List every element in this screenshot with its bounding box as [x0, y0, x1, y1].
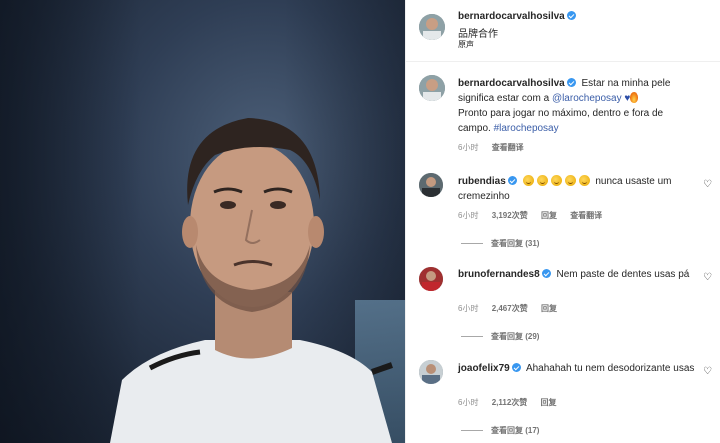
post-media[interactable]	[0, 0, 405, 443]
caption-meta: 6小时 查看翻译	[458, 142, 535, 153]
comment-body: Ahahahah tu nem desodorizante usas	[525, 363, 695, 374]
view-replies-button[interactable]: 查看回复 (17)	[461, 425, 539, 436]
comment-meta: 6小时 3,192次赞 回复 查看翻译	[458, 210, 613, 221]
verified-badge-icon	[507, 176, 517, 185]
comment-username-text[interactable]: rubendias	[458, 176, 506, 187]
hashtag-link[interactable]: #larocheposay	[494, 123, 559, 134]
caption-text: bernardocarvalhosilva Estar na minha pel…	[458, 76, 698, 136]
comment-text: rubendias nunca usaste um cremezinho	[458, 174, 698, 204]
emoji-icon	[578, 175, 590, 186]
caption-username[interactable]: bernardocarvalhosilva	[458, 78, 576, 89]
comment-username[interactable]: rubendias	[458, 176, 517, 187]
comments-panel: bernardocarvalhosilva 品牌合作 原声 bernardoca…	[405, 0, 720, 443]
emoji-icon	[522, 175, 534, 186]
heart-icon[interactable]: ♡	[703, 180, 713, 190]
person-illustration	[110, 118, 393, 443]
author-username[interactable]: bernardocarvalhosilva	[458, 11, 576, 22]
caption-line-2: Pronto para jogar no máximo, dentro e fo…	[458, 108, 664, 134]
comment-meta: 6小时 2,112次赞 回复	[458, 397, 568, 408]
reply-button[interactable]: 回复	[541, 211, 557, 220]
emoji-icon	[550, 175, 562, 186]
comment-likes[interactable]: 2,467次赞	[492, 304, 528, 313]
comment-text: joaofelix79 Ahahahah tu nem desodorizant…	[458, 361, 698, 376]
verified-badge-icon	[566, 78, 576, 87]
comment-time[interactable]: 6小时	[458, 211, 478, 220]
replies-divider	[461, 336, 483, 338]
replies-divider	[461, 243, 483, 245]
caption-translate-button[interactable]: 查看翻译	[492, 143, 524, 152]
caption-time[interactable]: 6小时	[458, 143, 478, 152]
caption-username-text[interactable]: bernardocarvalhosilva	[458, 78, 565, 89]
caption-avatar[interactable]	[419, 75, 445, 101]
author-avatar[interactable]	[419, 14, 445, 40]
heart-icon[interactable]: ♡	[703, 273, 713, 283]
fire-emoji-icon	[630, 92, 639, 103]
reply-button[interactable]: 回复	[541, 398, 557, 407]
comment-time[interactable]: 6小时	[458, 304, 478, 313]
replies-divider	[461, 430, 483, 432]
mention-link[interactable]: @larocheposay	[552, 93, 622, 104]
comment-avatar[interactable]	[419, 173, 443, 197]
view-replies-label[interactable]: 查看回复 (17)	[491, 426, 539, 435]
comment-text: brunofernandes8 Nem paste de dentes usas…	[458, 267, 698, 282]
comment-body: Nem paste de dentes usas pá	[556, 269, 690, 280]
view-replies-label[interactable]: 查看回复 (29)	[491, 332, 539, 341]
verified-badge-icon	[511, 363, 521, 372]
comment-time[interactable]: 6小时	[458, 398, 478, 407]
reply-button[interactable]: 回复	[541, 304, 557, 313]
comment-likes[interactable]: 2,112次赞	[492, 398, 528, 407]
comment-meta: 6小时 2,467次赞 回复	[458, 303, 568, 314]
verified-badge-icon	[541, 269, 551, 278]
verified-badge-icon	[566, 11, 576, 20]
comment-likes[interactable]: 3,192次赞	[492, 211, 528, 220]
comment-avatar[interactable]	[419, 360, 443, 384]
emoji-icon	[536, 175, 548, 186]
author-username-text[interactable]: bernardocarvalhosilva	[458, 11, 565, 22]
heart-icon[interactable]: ♡	[703, 367, 713, 377]
audio-label[interactable]: 原声	[458, 39, 474, 50]
view-replies-button[interactable]: 查看回复 (29)	[461, 331, 539, 342]
comment-username[interactable]: brunofernandes8	[458, 269, 551, 280]
view-replies-button[interactable]: 查看回复 (31)	[461, 238, 539, 249]
partnership-label[interactable]: 品牌合作	[458, 25, 498, 40]
comment-avatar[interactable]	[419, 267, 443, 291]
translate-button[interactable]: 查看翻译	[570, 211, 602, 220]
comment-username[interactable]: joaofelix79	[458, 363, 521, 374]
view-replies-label[interactable]: 查看回复 (31)	[491, 239, 539, 248]
comment-username-text[interactable]: joaofelix79	[458, 363, 510, 374]
comment-username-text[interactable]: brunofernandes8	[458, 269, 540, 280]
emoji-icon	[564, 175, 576, 186]
post-header: bernardocarvalhosilva 品牌合作 原声	[406, 0, 720, 62]
